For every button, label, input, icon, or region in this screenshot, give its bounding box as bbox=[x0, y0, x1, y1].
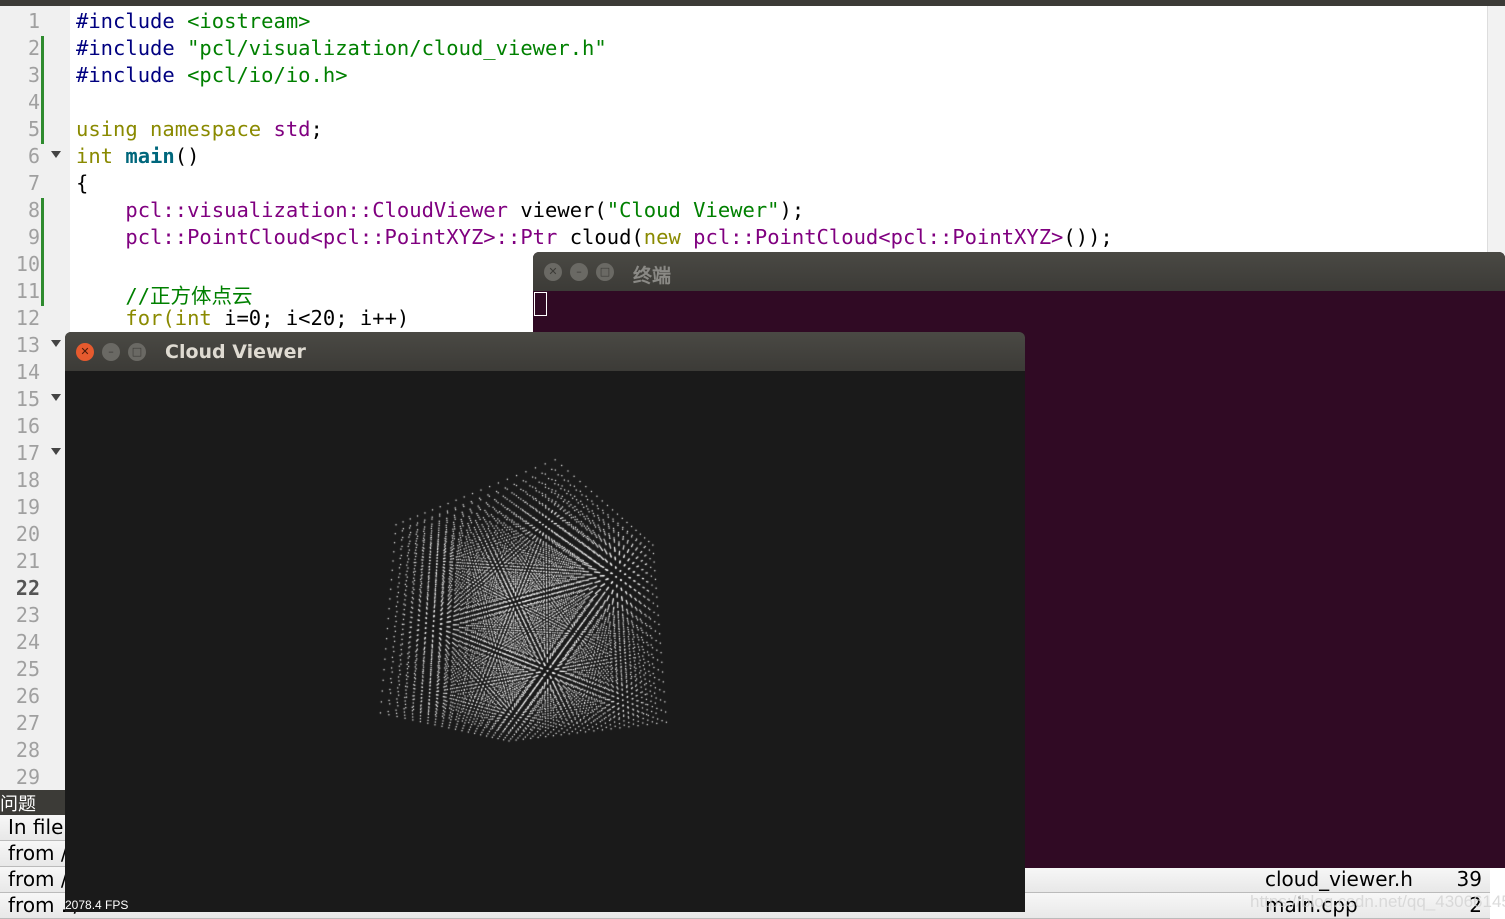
line-number: 13 bbox=[15, 333, 40, 357]
code-token: ()); bbox=[1063, 225, 1113, 249]
line-number: 20 bbox=[15, 522, 40, 546]
close-button[interactable]: ✕ bbox=[76, 343, 94, 361]
code-token: () bbox=[174, 144, 200, 168]
line-number-gutter: 1 2 3 4 5 6 7 8 9 10 11 12 13 14 15 16 17 18 19 20 21 22 23 24 2… bbox=[0, 6, 70, 790]
code-token: std bbox=[273, 117, 311, 141]
problems-panel-header: 问题 bbox=[0, 790, 66, 815]
code-token: #include bbox=[76, 36, 188, 60]
code-token: { bbox=[76, 171, 89, 195]
code-token: pcl::visualization::CloudViewer bbox=[125, 198, 508, 222]
code-token: #include bbox=[76, 63, 188, 87]
code-token: for(int bbox=[125, 306, 212, 330]
code-token: viewer( bbox=[507, 198, 607, 222]
problem-message: In file bbox=[8, 815, 64, 839]
code-token: pcl::PointCloud<pcl::PointXYZ> bbox=[693, 225, 1064, 249]
line-number: 21 bbox=[15, 549, 40, 573]
maximize-button[interactable]: □ bbox=[128, 343, 146, 361]
line-number: 12 bbox=[15, 306, 40, 330]
code-line[interactable]: #include <pcl/io/io.h> bbox=[76, 63, 348, 87]
line-number: 27 bbox=[15, 711, 40, 735]
code-token: //正方体点云 bbox=[125, 284, 253, 308]
terminal-cursor bbox=[534, 292, 547, 316]
line-number: 8 bbox=[27, 198, 40, 222]
code-token: ); bbox=[779, 198, 805, 222]
line-number: 17 bbox=[15, 441, 40, 465]
terminal-title: 终端 bbox=[633, 265, 672, 287]
code-token: cloud( bbox=[557, 225, 644, 249]
code-line[interactable]: //正方体点云 bbox=[76, 279, 253, 309]
problems-panel-title: 问题 bbox=[0, 794, 36, 815]
line-number: 9 bbox=[27, 225, 40, 249]
fold-arrow-icon[interactable] bbox=[51, 448, 61, 455]
line-number: 10 bbox=[15, 252, 40, 276]
line-number: 23 bbox=[15, 603, 40, 627]
editor-top-bar bbox=[0, 0, 1505, 6]
code-token: i=0; i<20; i++) bbox=[211, 306, 410, 330]
line-number: 24 bbox=[15, 630, 40, 654]
code-token: "pcl/visualization/cloud_viewer.h" bbox=[187, 36, 607, 60]
code-line[interactable]: for(int i=0; i<20; i++) bbox=[76, 306, 409, 330]
line-number: 29 bbox=[15, 765, 40, 789]
line-number: 18 bbox=[15, 468, 40, 492]
code-token: main bbox=[125, 144, 175, 168]
point-cloud-canvas[interactable] bbox=[65, 371, 1025, 912]
code-line[interactable]: #include <iostream> bbox=[76, 9, 311, 33]
change-marker bbox=[41, 198, 44, 306]
maximize-button[interactable]: □ bbox=[596, 263, 614, 281]
line-number: 2 bbox=[27, 36, 40, 60]
cloud-viewer-window[interactable]: ✕ – □ Cloud Viewer 2078.4 FPS bbox=[65, 332, 1025, 912]
cloud-viewer-title-bar[interactable]: ✕ – □ Cloud Viewer bbox=[65, 332, 1025, 371]
code-token: using namespace bbox=[76, 117, 274, 141]
line-number: 19 bbox=[15, 495, 40, 519]
line-number: 14 bbox=[15, 360, 40, 384]
minimize-button[interactable]: – bbox=[570, 263, 588, 281]
line-number: 26 bbox=[15, 684, 40, 708]
watermark: https://blog.csdn.net/qq_43066145 bbox=[1250, 892, 1505, 911]
code-line[interactable]: using namespace std; bbox=[76, 117, 335, 141]
code-token: #include bbox=[76, 9, 188, 33]
line-number: 25 bbox=[15, 657, 40, 681]
line-number: 28 bbox=[15, 738, 40, 762]
change-marker bbox=[41, 36, 44, 144]
cloud-viewer-title: Cloud Viewer bbox=[165, 341, 306, 363]
line-number: 6 bbox=[27, 144, 40, 168]
code-token: <pcl/io/io.h> bbox=[187, 63, 348, 87]
code-token: <iostream> bbox=[187, 9, 311, 33]
code-token: int bbox=[76, 144, 126, 168]
code-line[interactable]: int main() bbox=[76, 144, 199, 168]
code-token: "Cloud Viewer" bbox=[606, 198, 780, 222]
problem-line: 39 bbox=[1456, 867, 1482, 891]
line-number: 11 bbox=[15, 279, 40, 303]
fold-arrow-icon[interactable] bbox=[51, 151, 61, 158]
code-token: pcl::PointCloud<pcl::PointXYZ>::Ptr bbox=[125, 225, 558, 249]
line-number: 1 bbox=[27, 9, 40, 33]
close-button[interactable]: ✕ bbox=[544, 263, 562, 281]
line-number: 22 bbox=[15, 576, 40, 600]
minimize-button[interactable]: – bbox=[102, 343, 120, 361]
terminal-title-bar[interactable]: ✕ – □ 终端 bbox=[533, 252, 1505, 291]
line-number: 5 bbox=[27, 117, 40, 141]
line-number: 3 bbox=[27, 63, 40, 87]
fps-counter: 2078.4 FPS bbox=[65, 898, 129, 912]
code-line[interactable]: pcl::visualization::CloudViewer viewer("… bbox=[76, 198, 804, 222]
fold-arrow-icon[interactable] bbox=[51, 340, 61, 347]
code-token: ; bbox=[310, 117, 336, 141]
problem-message: from / bbox=[8, 841, 68, 865]
code-token: new bbox=[643, 225, 681, 249]
code-line[interactable]: { bbox=[76, 171, 88, 195]
problem-message: from / bbox=[8, 867, 68, 891]
code-line[interactable]: pcl::PointCloud<pcl::PointXYZ>::Ptr clou… bbox=[76, 225, 1113, 249]
problem-file: cloud_viewer.h bbox=[1265, 867, 1413, 891]
code-line[interactable]: #include "pcl/visualization/cloud_viewer… bbox=[76, 36, 607, 60]
line-number: 15 bbox=[15, 387, 40, 411]
line-number: 16 bbox=[15, 414, 40, 438]
line-number: 4 bbox=[27, 90, 40, 114]
line-number: 7 bbox=[27, 171, 40, 195]
fold-arrow-icon[interactable] bbox=[51, 394, 61, 401]
